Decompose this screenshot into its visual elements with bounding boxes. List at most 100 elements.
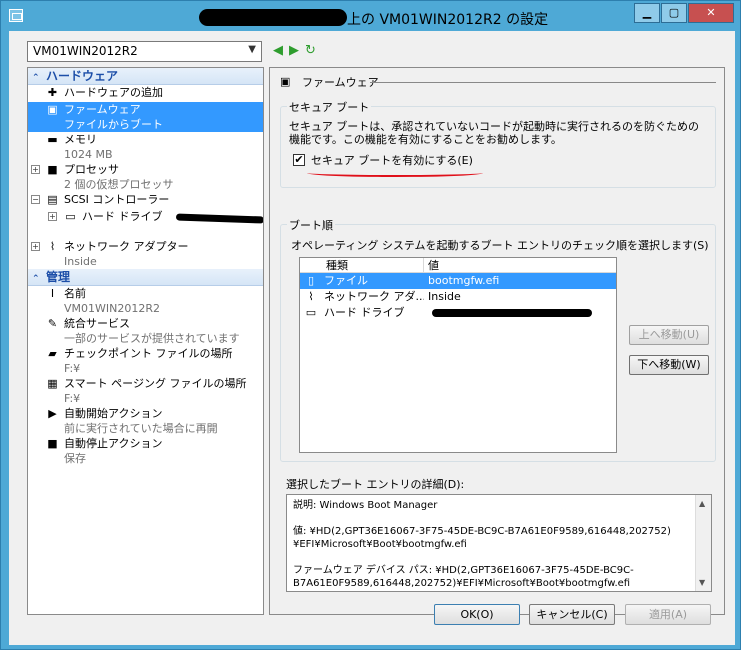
network-icon: ⌇ [308, 290, 314, 303]
section-hardware[interactable]: ⌃ ハードウェア [28, 68, 263, 85]
section-management[interactable]: ⌃ 管理 [28, 269, 263, 286]
secure-boot-checkbox[interactable]: ✔ セキュア ブートを有効にする(E) [293, 152, 473, 168]
boot-entry-type: ファイル [324, 274, 368, 287]
sidebar-item-label: SCSI コントローラー [64, 193, 170, 206]
cancel-button[interactable]: キャンセル(C) [529, 604, 615, 625]
sidebar-item-auto-start[interactable]: ▶ 自動開始アクション 前に実行されていた場合に再開 [28, 406, 263, 436]
sidebar-item-label: 自動開始アクション [64, 407, 163, 420]
sidebar-item-auto-stop[interactable]: ■ 自動停止アクション 保存 [28, 436, 263, 466]
sidebar-item-subtext: VM01WIN2012R2 [64, 302, 160, 315]
sidebar-item-label: チェックポイント ファイルの場所 [64, 347, 233, 360]
checkpoint-folder-icon: ▰ [48, 347, 57, 360]
expand-plus-icon[interactable]: + [48, 212, 57, 221]
forward-arrow-icon[interactable]: ▶ [289, 43, 299, 58]
refresh-icon[interactable]: ↻ [305, 43, 316, 58]
boot-entry-row[interactable]: ▭ ハード ドライブ [300, 305, 616, 321]
sidebar-item-hard-drive[interactable]: + ▭ ハード ドライブ [28, 209, 263, 239]
sidebar-item-label: ファームウェア [64, 103, 141, 116]
sidebar-item-memory[interactable]: ▬ メモリ 1024 MB [28, 132, 263, 162]
sidebar-item-processor[interactable]: + ■ プロセッサ 2 個の仮想プロセッサ [28, 162, 263, 192]
sidebar-item-subtext: ファイルからブート [64, 118, 163, 131]
secure-boot-description: セキュア ブートは、承認されていないコードが起動時に実行されるのを防ぐための機能… [289, 120, 699, 146]
sidebar-item-network-adapter[interactable]: + ⌇ ネットワーク アダプター Inside [28, 239, 263, 269]
boot-order-description: オペレーティング システムを起動するブート エントリのチェック順を選択します(S… [291, 239, 709, 252]
red-annotation-underline [307, 169, 483, 177]
move-up-button[interactable]: 上へ移動(U) [629, 325, 709, 345]
close-button[interactable]: ✕ [688, 3, 734, 23]
header-divider [370, 82, 716, 83]
settings-tree: ⌃ ハードウェア ✚ ハードウェアの追加 ▣ ファームウェア ファイルからブート … [27, 67, 264, 615]
sidebar-item-name[interactable]: I 名前 VM01WIN2012R2 [28, 286, 263, 316]
title-bar[interactable]: 上の VM01WIN2012R2 の設定 ▁ ▢ ✕ [1, 1, 740, 31]
firmware-icon: ▣ [280, 75, 291, 88]
boot-entry-row[interactable]: ⌇ ネットワーク アダ... Inside [300, 289, 616, 305]
vm-dropdown[interactable]: VM01WIN2012R2 ▼ [27, 41, 262, 62]
boot-entry-details[interactable]: 説明: Windows Boot Manager 値: ¥HD(2,GPT36E… [286, 494, 712, 592]
details-scrollbar[interactable]: ▲ ▼ [695, 495, 711, 591]
integration-services-icon: ✎ [47, 317, 58, 330]
boot-order-list[interactable]: 種類 値 ▯ ファイル bootmgfw.efi ⌇ ネットワーク アダ... … [299, 257, 617, 453]
secure-boot-checkbox-label[interactable]: セキュア ブートを有効にする(E) [311, 152, 473, 168]
sidebar-item-firmware[interactable]: ▣ ファームウェア ファイルからブート [28, 102, 263, 132]
chevron-down-icon[interactable]: ▼ [248, 44, 256, 55]
sidebar-item-subtext [82, 224, 263, 239]
sidebar-item-label: メモリ [64, 133, 97, 146]
add-hardware-icon: ✚ [47, 86, 58, 99]
column-header-value[interactable]: 値 [424, 258, 439, 272]
details-description: 説明: Windows Boot Manager [293, 500, 438, 511]
boot-entry-type: ハード ドライブ [324, 306, 405, 319]
boot-entry-row[interactable]: ▯ ファイル bootmgfw.efi [300, 273, 616, 289]
sidebar-item-scsi-controller[interactable]: − ▤ SCSI コントローラー [28, 192, 263, 209]
expand-plus-icon[interactable]: + [31, 242, 40, 251]
sidebar-item-smart-paging-location[interactable]: ▦ スマート ページング ファイルの場所 F:¥ [28, 376, 263, 406]
settings-window: 上の VM01WIN2012R2 の設定 ▁ ▢ ✕ VM01WIN2012R2… [0, 0, 741, 650]
sidebar-item-checkpoint-location[interactable]: ▰ チェックポイント ファイルの場所 F:¥ [28, 346, 263, 376]
panel-header: ▣ ファームウェア [280, 74, 716, 90]
scsi-controller-icon: ▤ [47, 193, 58, 206]
sidebar-item-label: 統合サービス [64, 317, 130, 330]
boot-entry-type: ネットワーク アダ... [324, 290, 424, 303]
file-icon: ▯ [307, 274, 315, 287]
collapse-minus-icon[interactable]: − [31, 195, 40, 204]
memory-icon: ▬ [47, 133, 58, 146]
sidebar-item-subtext: 前に実行されていた場合に再開 [64, 422, 218, 435]
sidebar-item-label: プロセッサ [64, 163, 119, 176]
scroll-down-icon[interactable]: ▼ [699, 576, 705, 589]
sidebar-item-integration-services[interactable]: ✎ 統合サービス 一部のサービスが提供されています [28, 316, 263, 346]
processor-icon: ■ [47, 163, 58, 176]
sidebar-item-subtext: 1024 MB [64, 148, 113, 161]
boot-order-label: ブート順 [287, 217, 335, 233]
minimize-button[interactable]: ▁ [634, 3, 660, 23]
move-down-button[interactable]: 下へ移動(W) [629, 355, 709, 375]
scroll-up-icon[interactable]: ▲ [699, 497, 705, 510]
column-header-type[interactable]: 種類 [300, 258, 424, 272]
smart-paging-icon: ▦ [47, 377, 58, 390]
hard-drive-icon: ▭ [65, 210, 76, 223]
auto-stop-icon: ■ [47, 437, 58, 450]
sidebar-item-label: 名前 [64, 287, 86, 300]
firmware-panel: ▣ ファームウェア セキュア ブート セキュア ブートは、承認されていないコード… [269, 67, 725, 615]
apply-button[interactable]: 適用(A) [625, 604, 711, 625]
sidebar-item-add-hardware[interactable]: ✚ ハードウェアの追加 [28, 85, 263, 102]
secure-boot-label: セキュア ブート [287, 99, 372, 115]
firmware-icon: ▣ [47, 103, 58, 116]
expand-plus-icon[interactable]: + [31, 165, 40, 174]
maximize-button[interactable]: ▢ [661, 3, 687, 23]
section-hardware-label: ハードウェア [46, 69, 119, 83]
auto-start-icon: ▶ [48, 407, 57, 420]
panel-title: ファームウェア [302, 76, 379, 89]
details-value: 値: ¥HD(2,GPT36E16067-3F75-45DE-BC9C-B7A6… [293, 526, 671, 550]
name-icon: I [50, 287, 55, 300]
checkmark-icon[interactable]: ✔ [293, 154, 305, 166]
boot-order-group: ブート順 オペレーティング システムを起動するブート エントリのチェック順を選択… [280, 217, 716, 462]
redacted-host-name [199, 9, 347, 26]
hard-drive-icon: ▭ [305, 306, 317, 319]
vm-dropdown-value: VM01WIN2012R2 [33, 44, 138, 58]
sidebar-item-subtext: 2 個の仮想プロセッサ [64, 178, 174, 191]
window-app-icon [9, 9, 23, 22]
section-management-label: 管理 [46, 270, 71, 284]
secure-boot-group: セキュア ブート セキュア ブートは、承認されていないコードが起動時に実行される… [280, 99, 716, 188]
ok-button[interactable]: OK(O) [434, 604, 520, 625]
back-arrow-icon[interactable]: ◀ [273, 43, 283, 58]
nav-toolbar: ◀ ▶ ↻ [273, 43, 316, 58]
